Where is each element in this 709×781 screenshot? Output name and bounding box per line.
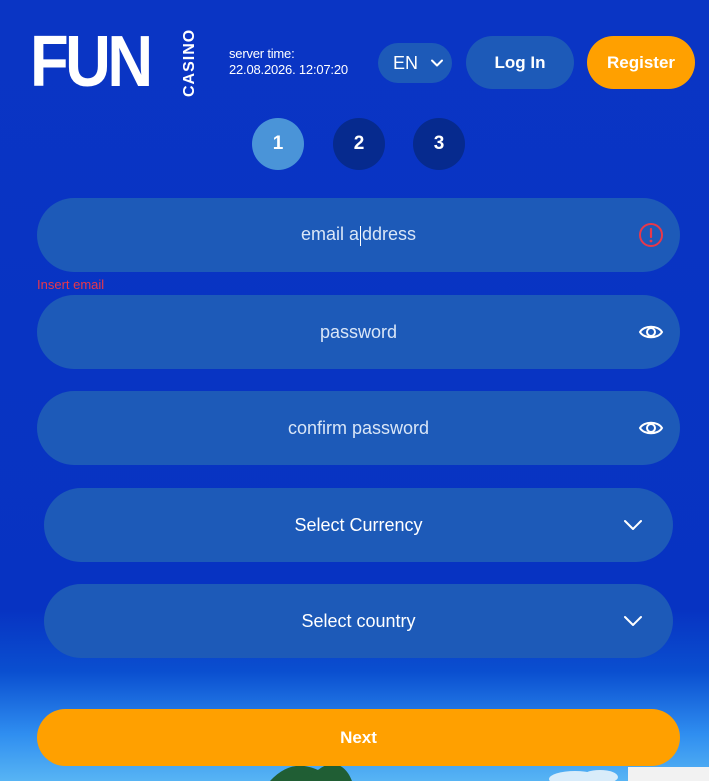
next-button[interactable]: Next (37, 709, 680, 766)
chevron-down-icon (624, 520, 642, 530)
register-button[interactable]: Register (587, 36, 695, 89)
email-error-message: Insert email (37, 277, 105, 292)
chevron-down-icon (431, 59, 443, 67)
password-placeholder: password (319, 321, 398, 342)
server-time-label: server time: (229, 46, 295, 61)
server-time: server time: 22.08.2026. 12:07:20 (229, 46, 348, 78)
country-label: Select country (301, 610, 416, 631)
language-value: EN (393, 52, 419, 73)
eye-icon[interactable] (638, 319, 664, 345)
server-time-value: 22.08.2026. 12:07:20 (229, 62, 348, 77)
confirm-password-field[interactable]: confirm password (37, 391, 680, 465)
eye-icon[interactable] (638, 415, 664, 441)
step-2-indicator: 2 (333, 118, 385, 170)
language-select[interactable]: EN (378, 43, 452, 83)
email-placeholder: email a ddress (300, 224, 417, 246)
error-circle-icon (639, 223, 663, 247)
confirm-password-placeholder: confirm password (287, 417, 430, 438)
login-button[interactable]: Log In (466, 36, 574, 89)
email-field[interactable]: email a ddress (37, 198, 680, 272)
currency-select[interactable]: Select Currency (44, 488, 673, 562)
country-select[interactable]: Select country (44, 584, 673, 658)
fun-casino-logo[interactable]: FUN CASINO (30, 22, 198, 102)
password-field[interactable]: password (37, 295, 680, 369)
step-1-indicator: 1 (252, 118, 304, 170)
currency-label: Select Currency (294, 514, 423, 535)
logo-casino-text: CASINO (181, 28, 198, 98)
chevron-down-icon (624, 616, 642, 626)
logo-fun-text: FUN (30, 22, 153, 102)
step-3-indicator: 3 (413, 118, 465, 170)
text-caret (360, 225, 361, 246)
